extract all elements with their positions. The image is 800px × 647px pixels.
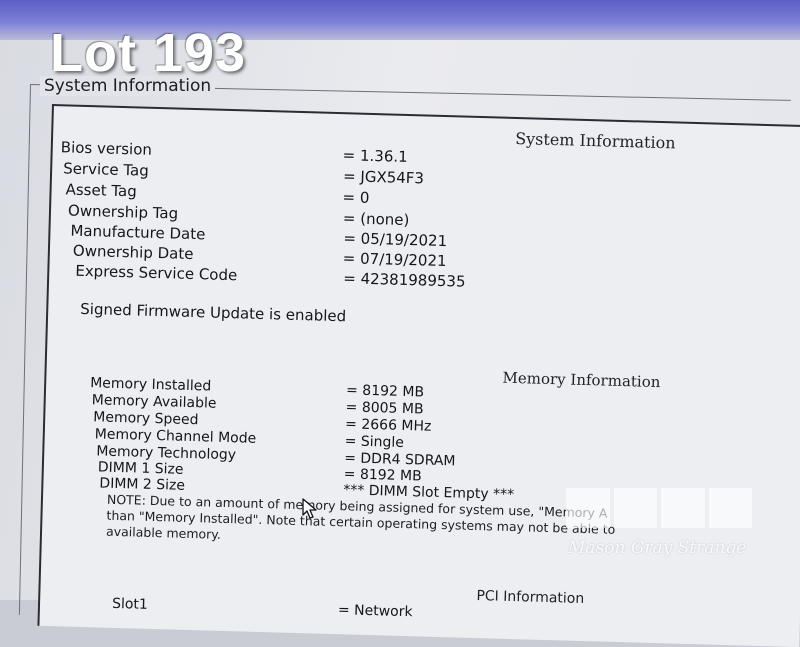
memory-info-heading: Memory Information bbox=[502, 368, 661, 392]
row-value: = 05/19/2021 bbox=[343, 229, 448, 251]
row-value: = 8005 MB bbox=[345, 399, 424, 418]
watermark-caption: Mason Gray Strange bbox=[568, 538, 747, 558]
row-label: Ownership Tag bbox=[67, 201, 179, 223]
row-value: = Network bbox=[337, 602, 413, 621]
row-label: Bios version bbox=[60, 138, 153, 159]
row-value: = 2666 MHz bbox=[344, 416, 432, 435]
system-info-heading: System Information bbox=[514, 128, 676, 153]
row-value: = 42381989535 bbox=[342, 269, 466, 291]
row-label: Asset Tag bbox=[65, 180, 138, 201]
row-label: Express Service Code bbox=[75, 261, 238, 285]
row-value: = 0 bbox=[342, 188, 370, 207]
mouse-pointer-icon bbox=[302, 498, 317, 519]
row-value: = JGX54F3 bbox=[342, 167, 425, 188]
row-label: Memory Installed bbox=[89, 375, 212, 395]
watermark: Mason Gray Strange bbox=[560, 488, 760, 563]
row-label: Service Tag bbox=[62, 159, 150, 180]
signed-firmware-notice: Signed Firmware Update is enabled bbox=[80, 299, 347, 326]
system-information-panel: System Information Bios version = 1.36.1… bbox=[37, 104, 800, 647]
row-label: Slot1 bbox=[111, 595, 149, 613]
watermark-logo-icon bbox=[566, 488, 752, 528]
row-label: Manufacture Date bbox=[70, 221, 206, 244]
row-value: = 8192 MB bbox=[345, 382, 425, 401]
row-value: = Single bbox=[344, 433, 405, 451]
row-label: Ownership Date bbox=[72, 241, 194, 264]
row-value: = (none) bbox=[342, 209, 410, 230]
pci-info-heading: PCI Information bbox=[476, 588, 585, 608]
row-value: = 1.36.1 bbox=[342, 146, 408, 166]
row-value: = 07/19/2021 bbox=[342, 249, 447, 271]
row-label: Memory Speed bbox=[93, 409, 199, 429]
lot-label: Lot 193 bbox=[50, 23, 247, 83]
